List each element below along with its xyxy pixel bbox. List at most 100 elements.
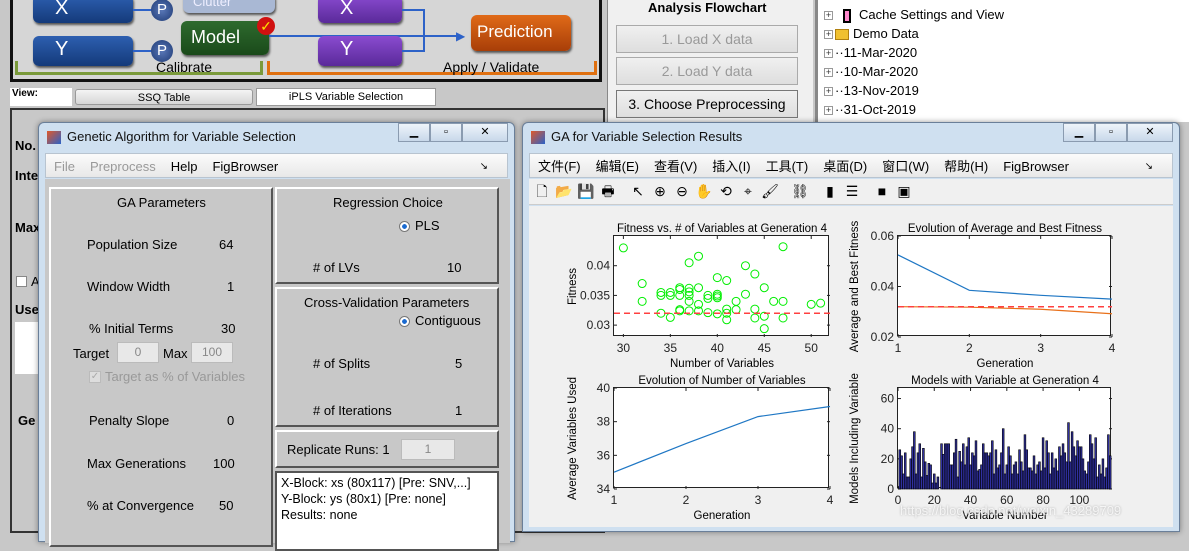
scatter-point xyxy=(712,291,722,301)
target-pct-checkbox[interactable]: ✓ xyxy=(89,371,101,383)
zoom-in-icon[interactable]: ⊕ xyxy=(651,182,669,200)
ssq-table-button[interactable]: SSQ Table xyxy=(75,89,253,105)
figure-area: Fitness vs. # of Variables at Generation… xyxy=(529,206,1173,527)
tree-label: Demo Data xyxy=(853,26,919,41)
checkbox[interactable] xyxy=(16,276,27,287)
pls-radio[interactable] xyxy=(399,221,410,232)
flow-model-block[interactable]: Model xyxy=(181,21,269,55)
convergence-field[interactable]: 50 xyxy=(219,498,233,513)
window-title: Genetic Algorithm for Variable Selection xyxy=(67,129,296,144)
menu-item[interactable]: 编辑(E) xyxy=(596,154,639,177)
dock-icon[interactable]: ↘ xyxy=(480,154,488,179)
new-icon[interactable]: 🗋 xyxy=(533,182,551,200)
choose-preprocessing-button[interactable]: 3. Choose Preprocessing xyxy=(616,90,798,118)
load-x-button[interactable]: 1. Load X data xyxy=(616,25,798,53)
close-button[interactable]: ✕ xyxy=(1127,123,1173,142)
expand-icon[interactable]: + xyxy=(824,87,833,97)
scatter-point xyxy=(684,296,694,306)
scatter-point xyxy=(759,324,769,334)
tree-item[interactable]: + ··31-Oct-2019 xyxy=(824,101,916,119)
contiguous-radio[interactable] xyxy=(399,316,410,327)
expand-icon[interactable]: + xyxy=(824,11,833,21)
max-generations-field[interactable]: 100 xyxy=(213,456,235,471)
maximize-button[interactable]: ▫ xyxy=(1095,123,1127,142)
lvs-field[interactable]: 10 xyxy=(447,260,461,275)
scatter-point xyxy=(769,296,779,306)
menu-item[interactable]: 帮助(H) xyxy=(944,154,988,177)
zoom-out-icon[interactable]: ⊖ xyxy=(673,182,691,200)
pan-icon[interactable]: ✋ xyxy=(695,182,713,200)
replicate-input[interactable]: 1 xyxy=(401,439,455,460)
menu-item[interactable]: 文件(F) xyxy=(538,154,581,177)
hide-plot-tools-icon[interactable]: ■ xyxy=(873,182,891,200)
chart-axes[interactable]: Fitness vs. # of Variables at Generation… xyxy=(567,223,830,370)
y-tick-label: 0.02 xyxy=(871,330,895,344)
rotate-icon[interactable]: ⟲ xyxy=(717,182,735,200)
colorbar-icon[interactable]: ▮ xyxy=(821,182,839,200)
tree-item[interactable]: + ··13-Nov-2019 xyxy=(824,82,919,100)
chart-axes[interactable]: Evolution of Average and Best Fitness Gen… xyxy=(849,221,1116,370)
population-size-field[interactable]: 64 xyxy=(219,237,233,252)
legend-icon[interactable]: ☰ xyxy=(843,182,861,200)
show-plot-tools-icon[interactable]: ▣ xyxy=(895,182,913,200)
expand-icon[interactable]: + xyxy=(824,49,833,59)
dock-icon[interactable]: ↘ xyxy=(1145,154,1153,179)
expand-icon[interactable]: + xyxy=(824,68,833,78)
iterations-field[interactable]: 1 xyxy=(455,403,462,418)
menu-item[interactable]: 插入(I) xyxy=(712,154,750,177)
save-icon[interactable]: 💾 xyxy=(577,182,595,200)
pointer-icon[interactable]: ↖ xyxy=(629,182,647,200)
window-controls: ▁ ▫ ✕ xyxy=(1063,123,1173,143)
bg-label: Max xyxy=(15,220,41,235)
open-icon[interactable]: 📂 xyxy=(555,182,573,200)
menu-help[interactable]: Help xyxy=(171,154,198,177)
scatter-point xyxy=(665,312,675,322)
flow-x-block[interactable]: X xyxy=(33,0,133,23)
tree-item[interactable]: + ··11-Mar-2020 xyxy=(824,44,917,62)
scatter-point xyxy=(731,296,741,306)
menu-bar: 文件(F) 编辑(E) 查看(V) 插入(I) 工具(T) 桌面(D) 窗口(W) 帮助(H)… xyxy=(529,153,1173,178)
y-tick-label: 60 xyxy=(881,392,895,406)
load-y-button[interactable]: 2. Load Y data xyxy=(616,57,798,85)
tree-item[interactable]: + Demo Data xyxy=(824,25,919,43)
menu-item[interactable]: 桌面(D) xyxy=(823,154,867,177)
menu-figbrowser[interactable]: FigBrowser xyxy=(212,154,278,177)
maximize-button[interactable]: ▫ xyxy=(430,123,462,142)
y-tick-label: 0 xyxy=(887,482,894,496)
splits-field[interactable]: 5 xyxy=(455,356,462,371)
data-cursor-icon[interactable]: ⌖ xyxy=(739,182,757,200)
window-width-field[interactable]: 1 xyxy=(227,279,234,294)
preprocess-x-icon[interactable]: P xyxy=(151,0,173,21)
minimize-button[interactable]: ▁ xyxy=(398,123,430,142)
tree-item[interactable]: + ··10-Mar-2020 xyxy=(824,63,918,81)
penalty-slope-field[interactable]: 0 xyxy=(227,413,234,428)
menu-file[interactable]: File xyxy=(54,154,75,177)
text-box[interactable] xyxy=(15,322,40,374)
close-button[interactable]: ✕ xyxy=(462,123,508,142)
link-icon[interactable]: ⛓ xyxy=(791,182,809,200)
flow-prediction-block[interactable]: Prediction xyxy=(471,15,571,51)
menu-item[interactable]: 查看(V) xyxy=(654,154,697,177)
y-tick-label: 0.04 xyxy=(587,259,611,273)
menu-item[interactable]: 工具(T) xyxy=(766,154,809,177)
max-input[interactable]: 100 xyxy=(191,342,233,363)
target-input[interactable]: 0 xyxy=(117,342,159,363)
menu-item[interactable]: 窗口(W) xyxy=(882,154,929,177)
flow-apply-x-block[interactable]: X xyxy=(318,0,402,23)
menu-preprocess[interactable]: Preprocess xyxy=(90,154,156,177)
menu-item[interactable]: FigBrowser xyxy=(1003,154,1069,177)
ipls-button[interactable]: iPLS Variable Selection xyxy=(256,88,436,106)
expand-icon[interactable]: + xyxy=(824,30,833,40)
expand-icon[interactable]: + xyxy=(824,106,833,116)
tree-item[interactable]: + Cache Settings and View xyxy=(824,6,1004,24)
brush-icon[interactable]: 🖌 xyxy=(761,182,779,200)
results-info: Results: none xyxy=(281,508,358,522)
chart-axes[interactable]: Evolution of Number of Variables Generati… xyxy=(567,375,834,522)
initial-terms-field[interactable]: 30 xyxy=(221,321,235,336)
flow-clutter-block[interactable]: Clutter xyxy=(183,0,275,13)
scatter-point xyxy=(740,261,750,271)
print-icon[interactable]: 🖶 xyxy=(599,182,617,200)
panel-title: Regression Choice xyxy=(333,195,443,210)
chart-axes[interactable]: Models with Variable at Generation 4 Vari… xyxy=(849,373,1112,522)
minimize-button[interactable]: ▁ xyxy=(1063,123,1095,142)
